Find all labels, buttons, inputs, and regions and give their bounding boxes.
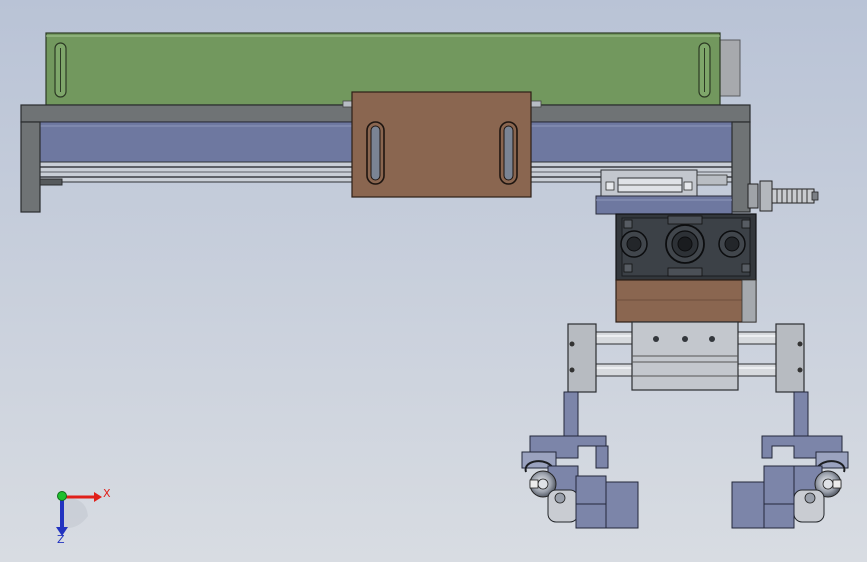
motor-end-cap	[717, 39, 741, 97]
slider-base-plate	[595, 195, 733, 215]
triad-x-label: X	[103, 487, 111, 500]
triad-y-axis-dot	[57, 491, 67, 501]
mount-plate-body	[615, 279, 757, 323]
cad-viewport[interactable]: X Z	[0, 0, 867, 562]
sensor-thread-lines	[776, 189, 808, 203]
right-block-2	[731, 481, 765, 529]
jaw-left-bolt-1	[569, 341, 575, 347]
block-bolt-bl	[623, 263, 633, 273]
port-center-inner	[677, 236, 693, 252]
block-bolt-tc	[667, 215, 703, 225]
beam-left-foot	[39, 178, 63, 186]
right-block-1	[763, 465, 795, 529]
carriage-slot-left-inner	[370, 125, 381, 181]
left-block-1	[575, 475, 607, 529]
block-bolt-tl	[623, 219, 633, 229]
jaw-left-bolt-2	[569, 367, 575, 373]
block-bolt-br	[741, 263, 751, 273]
sensor-thread	[771, 188, 815, 204]
jaw-bracket-right	[775, 323, 805, 393]
mount-plate-gray-strip	[741, 279, 757, 323]
sensor-nut-2	[759, 180, 773, 212]
slider-screw-left	[605, 181, 615, 191]
port-right-inner	[724, 236, 740, 252]
sensor-nut-1	[747, 183, 759, 209]
left-roller-axle	[529, 479, 539, 489]
rotary-cylinder-block[interactable]	[615, 213, 757, 281]
left-finger-drop	[595, 445, 609, 469]
jaw-right-bolt-1	[797, 341, 803, 347]
slider-screw-right	[683, 181, 693, 191]
cad-assembly-view[interactable]: X Z	[0, 0, 867, 562]
jaw-right-bolt-2	[797, 367, 803, 373]
block-bolt-bc	[667, 267, 703, 277]
left-finger-upright	[563, 391, 579, 437]
right-roller-axle	[832, 479, 842, 489]
sensor-mount	[696, 174, 728, 186]
left-block-2	[605, 481, 639, 529]
left-suction-ring	[554, 492, 566, 504]
beam-left-leg	[20, 121, 41, 213]
left-roller-hub	[537, 478, 549, 490]
gripper-port-2	[682, 336, 688, 342]
carriage-slot-right-inner	[503, 125, 514, 181]
right-suction-ring	[804, 492, 816, 504]
gripper-port-1	[653, 336, 659, 342]
triad-z-label: Z	[57, 533, 65, 546]
beam-right-leg	[731, 121, 751, 213]
right-roller-hub	[822, 478, 834, 490]
carriage-plate[interactable]	[342, 91, 542, 198]
gripper-mount-plate[interactable]	[615, 279, 757, 323]
block-bolt-tr	[741, 219, 751, 229]
carriage-top-tab-right	[530, 100, 542, 108]
sensor-cable	[811, 191, 819, 201]
jaw-bracket-left	[567, 323, 597, 393]
gripper-port-3	[709, 336, 715, 342]
right-finger-upright	[793, 391, 809, 437]
port-left-inner	[626, 236, 642, 252]
